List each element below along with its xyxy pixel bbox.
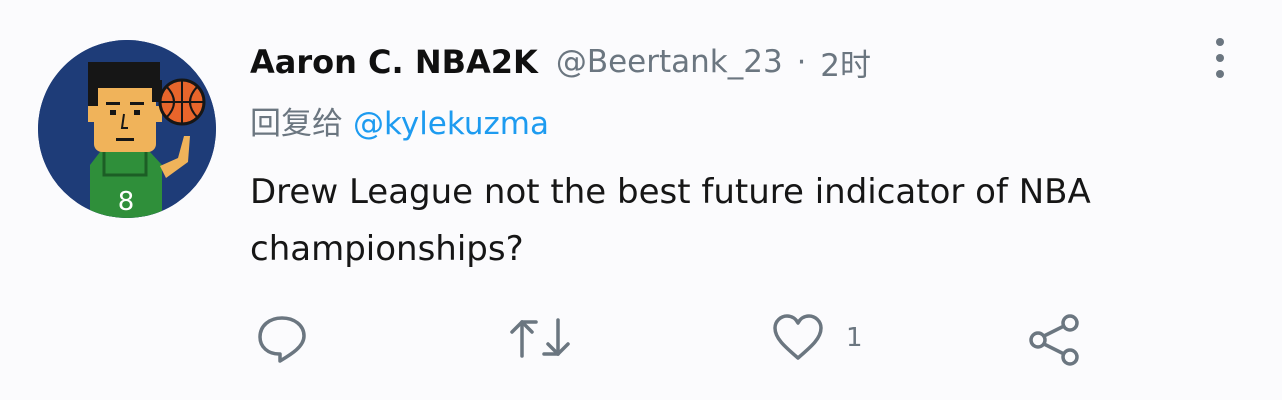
- share-button[interactable]: [1028, 314, 1080, 366]
- separator-dot: ·: [796, 44, 807, 80]
- action-bar: 1: [0, 300, 1282, 380]
- more-options-icon[interactable]: [1208, 36, 1232, 80]
- avatar[interactable]: 8: [38, 40, 216, 218]
- author-name[interactable]: Aaron C. NBA2K: [250, 43, 538, 81]
- reply-prefix: 回复给: [250, 106, 343, 142]
- tweet-text: Drew League not the best future indicato…: [250, 172, 1091, 269]
- timestamp[interactable]: 2时: [820, 40, 871, 85]
- retweet-icon: [510, 318, 570, 358]
- tweet-header: Aaron C. NBA2K @Beertank_23 · 2时: [250, 38, 871, 86]
- reply-handle-link[interactable]: @kylekuzma: [353, 106, 549, 142]
- tweet-card[interactable]: 8 Aaron C. NBA2K @Beertank_23 · 2时 回复给 @k…: [0, 0, 1282, 400]
- avatar-jersey-number: 8: [118, 187, 135, 217]
- reply-icon: [258, 316, 306, 363]
- reply-button[interactable]: [256, 314, 308, 364]
- reply-context: 回复给 @kylekuzma: [250, 98, 549, 143]
- like-count: 1: [846, 323, 863, 353]
- heart-icon: [773, 314, 823, 360]
- like-button[interactable]: 1: [772, 314, 863, 362]
- author-handle[interactable]: @Beertank_23: [556, 44, 783, 80]
- retweet-button[interactable]: [508, 314, 572, 362]
- share-icon: [1029, 314, 1079, 366]
